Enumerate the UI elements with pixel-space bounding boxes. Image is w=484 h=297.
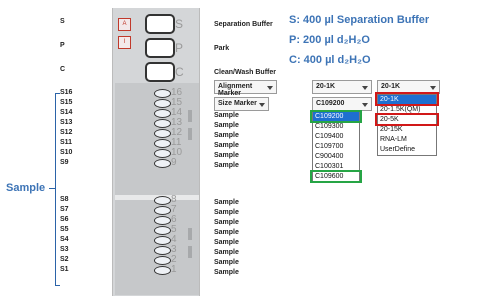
chevron-down-icon — [362, 103, 368, 107]
sample-tube[interactable] — [154, 266, 171, 275]
sample-tube[interactable] — [154, 139, 171, 148]
row-label: S16 — [60, 89, 73, 96]
tube-number: 9 — [171, 157, 177, 168]
sample-tube[interactable] — [154, 196, 171, 205]
row-label: S4 — [60, 236, 69, 243]
sample-tube[interactable] — [154, 246, 171, 255]
tube-number: 1 — [171, 264, 177, 275]
sample-tube[interactable] — [154, 129, 171, 138]
row-desc: Sample — [214, 112, 239, 119]
label-c: C — [60, 66, 66, 73]
highlight-method-20-5k — [375, 113, 439, 126]
sample-tube[interactable] — [154, 159, 171, 168]
cartridge-option[interactable]: C109400 — [313, 132, 359, 142]
row-label: S8 — [60, 196, 69, 203]
highlight-cartridge-c100301 — [310, 170, 362, 183]
vial-letter: S — [175, 17, 184, 31]
button-a[interactable]: A — [118, 18, 131, 31]
button-i[interactable]: I — [118, 36, 131, 49]
row-label: S6 — [60, 216, 69, 223]
row-desc: Sample — [214, 162, 239, 169]
highlight-method-20-1k — [375, 92, 439, 106]
sample-tube[interactable] — [154, 256, 171, 265]
vial-letter: C — [175, 65, 184, 79]
cartridge-option[interactable]: C900400 — [313, 152, 359, 162]
desc-park: Park — [214, 45, 230, 52]
method-b-value: 20-1K — [381, 83, 401, 90]
row-desc: Sample — [214, 152, 239, 159]
row-desc: Sample — [214, 209, 239, 216]
row-label: S1 — [60, 266, 69, 273]
row-label: S2 — [60, 256, 69, 263]
sample-tube[interactable] — [154, 99, 171, 108]
info-clean-wash: C: 400 µl d₂H₂O — [289, 54, 371, 66]
info-park: P: 200 µl d₂H₂O — [289, 34, 370, 46]
sample-tube[interactable] — [154, 206, 171, 215]
vial-park[interactable] — [145, 38, 175, 58]
vial-letter: P — [175, 41, 184, 55]
row-desc: Sample — [214, 259, 239, 266]
method-option[interactable]: UserDefine — [378, 145, 436, 155]
rack-tab — [188, 128, 192, 140]
row-label: S10 — [60, 149, 73, 156]
row-desc: Sample — [214, 142, 239, 149]
cartridge-value: C109200 — [316, 100, 345, 107]
cartridge-option[interactable]: C109700 — [313, 142, 359, 152]
row-label: S5 — [60, 226, 69, 233]
row-label: S11 — [60, 139, 73, 146]
method-a-value: 20-1K — [316, 83, 336, 90]
rack-tab — [188, 246, 192, 258]
cartridge-select[interactable]: C109200 — [312, 97, 372, 111]
sample-tube[interactable] — [154, 119, 171, 128]
size-marker-value: Size Marker — [218, 100, 257, 107]
chevron-down-icon — [259, 103, 265, 107]
row-label: S7 — [60, 206, 69, 213]
rack-tab — [188, 228, 192, 240]
sample-tube[interactable] — [154, 149, 171, 158]
row-desc: Sample — [214, 229, 239, 236]
info-separation-buffer: S: 400 µl Separation Buffer — [289, 14, 430, 26]
alignment-marker-select[interactable]: Alignment Marker — [214, 80, 277, 97]
row-desc: Sample — [214, 132, 239, 139]
vial-separation-buffer[interactable] — [145, 14, 175, 34]
label-s: S — [60, 18, 65, 25]
label-p: P — [60, 42, 65, 49]
sample-group-label: Sample — [6, 182, 46, 194]
sample-tube[interactable] — [154, 216, 171, 225]
sample-tube[interactable] — [154, 89, 171, 98]
vial-clean-wash[interactable] — [145, 62, 175, 82]
sample-tube[interactable] — [154, 109, 171, 118]
highlight-cartridge-c109200 — [310, 110, 362, 123]
sample-bracket — [55, 93, 60, 286]
alignment-marker-value: Alignment Marker — [218, 83, 253, 97]
sample-tube[interactable] — [154, 236, 171, 245]
chevron-down-icon — [267, 86, 273, 90]
chevron-down-icon — [362, 86, 368, 90]
row-label: S15 — [60, 99, 73, 106]
row-label: S14 — [60, 109, 73, 116]
row-desc: Sample — [214, 269, 239, 276]
rack-tab — [188, 110, 192, 122]
row-desc: Sample — [214, 239, 239, 246]
method-option[interactable]: RNA-LM — [378, 135, 436, 145]
row-label: S3 — [60, 246, 69, 253]
desc-clean-wash-buffer: Clean/Wash Buffer — [214, 69, 276, 76]
row-desc: Sample — [214, 219, 239, 226]
row-desc: Sample — [214, 249, 239, 256]
row-label: S13 — [60, 119, 73, 126]
sample-tube[interactable] — [154, 226, 171, 235]
row-desc: Sample — [214, 122, 239, 129]
row-desc: Sample — [214, 199, 239, 206]
method-select-a[interactable]: 20-1K — [312, 80, 372, 94]
row-label: S12 — [60, 129, 73, 136]
sample-bracket-tick — [49, 188, 55, 189]
size-marker-select[interactable]: Size Marker — [214, 97, 269, 111]
row-label: S9 — [60, 159, 69, 166]
desc-separation-buffer: Separation Buffer — [214, 21, 273, 28]
method-option[interactable]: 20-15K — [378, 125, 436, 135]
cartridge-option[interactable]: C109300 — [313, 122, 359, 132]
chevron-down-icon — [430, 86, 436, 90]
